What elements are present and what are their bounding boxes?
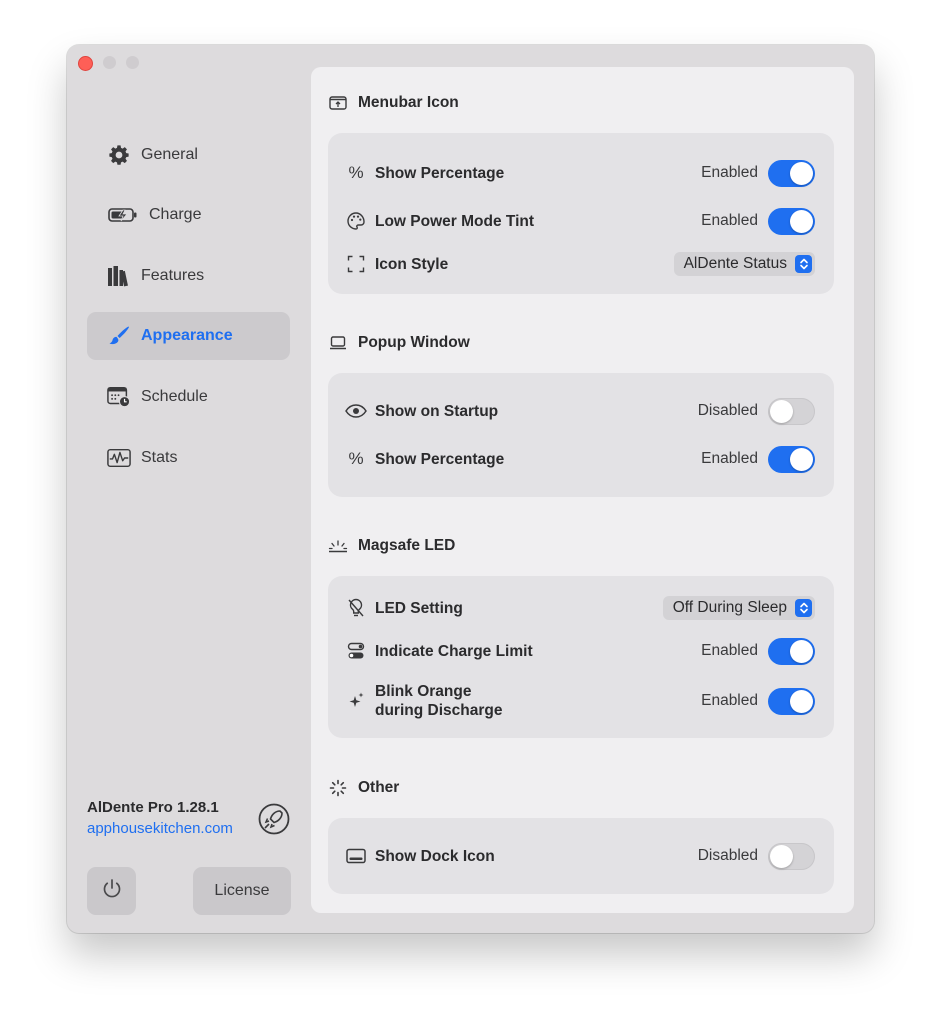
setting-state: Enabled [701, 164, 758, 181]
led-setting-select[interactable]: Off During Sleep [662, 596, 815, 620]
popup-show-percentage-toggle[interactable] [768, 445, 815, 473]
laptop-icon [328, 333, 348, 353]
percent-icon: % [348, 449, 364, 468]
sidebar-item-label: Features [141, 267, 205, 284]
website-link[interactable]: apphousekitchen.com [87, 820, 233, 837]
setting-row: LED Setting Off During Sleep [328, 594, 834, 622]
section-title-text: Magsafe LED [358, 537, 456, 554]
setting-label: Show Percentage [375, 164, 505, 182]
light-rays-icon [328, 536, 348, 556]
setting-row: % Show Percentage Enabled [328, 159, 834, 187]
lightbulb-slash-icon [345, 597, 367, 619]
select-value: AlDente Status [683, 255, 787, 272]
setting-label: Blink Orange during Discharge [375, 682, 502, 720]
paintbrush-icon [107, 324, 131, 348]
setting-label: Indicate Charge Limit [375, 642, 533, 660]
sidebar-item-stats[interactable]: Stats [87, 434, 290, 482]
icon-style-select[interactable]: AlDente Status [673, 252, 815, 276]
section-magsafe-led: Magsafe LED [328, 536, 455, 556]
blink-orange-toggle[interactable] [768, 687, 815, 715]
setting-label: Low Power Mode Tint [375, 212, 535, 230]
setting-row: Low Power Mode Tint Enabled [328, 207, 834, 235]
sidebar-item-features[interactable]: Features [87, 252, 290, 300]
switches-icon [345, 640, 367, 662]
sparkles-icon [345, 690, 367, 712]
popup-settings-card: Show on Startup Disabled % Show Percenta… [328, 373, 834, 497]
setting-row: Blink Orange during Discharge Enabled [328, 680, 834, 722]
other-settings-card: Show Dock Icon Disabled [328, 818, 834, 894]
setting-label: LED Setting [375, 599, 463, 617]
setting-state: Enabled [701, 692, 758, 709]
show-dock-icon-toggle[interactable] [768, 842, 815, 870]
section-title-text: Menubar Icon [358, 94, 459, 111]
select-value: Off During Sleep [672, 599, 787, 616]
menubar-settings-card: % Show Percentage Enabled Low Power Mode… [328, 133, 834, 294]
setting-state: Disabled [697, 847, 758, 864]
sidebar-item-label: Charge [149, 206, 202, 223]
setting-label: Show on Startup [375, 402, 499, 420]
indicate-charge-limit-toggle[interactable] [768, 637, 815, 665]
sidebar-item-label: Stats [141, 449, 178, 466]
show-percentage-toggle[interactable] [768, 159, 815, 187]
frame-corners-icon [345, 253, 367, 275]
sidebar-item-charge[interactable]: Charge [87, 191, 290, 239]
calendar-clock-icon [107, 385, 131, 409]
books-icon [107, 264, 131, 288]
setting-state: Enabled [701, 212, 758, 229]
setting-state: Disabled [697, 402, 758, 419]
quit-power-button[interactable] [87, 867, 136, 915]
section-other: Other [328, 778, 399, 798]
app-version: AlDente Pro 1.28.1 [87, 799, 219, 816]
chevron-up-down-icon [795, 255, 812, 273]
license-button[interactable]: License [193, 867, 291, 915]
setting-label-line2: during Discharge [375, 702, 503, 719]
loading-spinner-icon [328, 778, 348, 798]
sidebar-item-schedule[interactable]: Schedule [87, 373, 290, 421]
eye-icon [345, 400, 367, 422]
setting-row: Show Dock Icon Disabled [328, 842, 834, 870]
setting-state: Enabled [701, 450, 758, 467]
battery-icon [107, 203, 139, 227]
low-power-mode-tint-toggle[interactable] [768, 207, 815, 235]
menubar-icon [328, 93, 348, 113]
magsafe-settings-card: LED Setting Off During Sleep Indicate Ch… [328, 576, 834, 738]
power-icon [100, 877, 124, 906]
sidebar-item-appearance[interactable]: Appearance [87, 312, 290, 360]
section-menubar-icon: Menubar Icon [328, 93, 459, 113]
setting-row: % Show Percentage Enabled [328, 445, 834, 473]
setting-label: Show Dock Icon [375, 847, 495, 865]
rocket-icon [257, 802, 291, 836]
percent-icon: % [348, 163, 364, 182]
sidebar-item-label: Appearance [141, 327, 233, 344]
dock-icon [345, 845, 367, 867]
setting-row: Indicate Charge Limit Enabled [328, 637, 834, 665]
sidebar-item-general[interactable]: General [87, 131, 290, 179]
waveform-icon [107, 446, 131, 470]
palette-icon [345, 210, 367, 232]
setting-row: Show on Startup Disabled [328, 397, 834, 425]
sidebar: General Charge Features Appearance Sched… [67, 45, 311, 933]
section-popup-window: Popup Window [328, 333, 470, 353]
chevron-up-down-icon [795, 599, 812, 617]
gear-icon [107, 143, 131, 167]
setting-state: Enabled [701, 642, 758, 659]
show-on-startup-toggle[interactable] [768, 397, 815, 425]
setting-label: Show Percentage [375, 450, 505, 468]
setting-row: Icon Style AlDente Status [328, 250, 834, 278]
setting-label-line1: Blink Orange [375, 683, 472, 700]
setting-label: Icon Style [375, 255, 449, 273]
app-window: General Charge Features Appearance Sched… [67, 45, 874, 933]
section-title-text: Other [358, 779, 400, 796]
section-title-text: Popup Window [358, 334, 470, 351]
sidebar-item-label: Schedule [141, 388, 208, 405]
settings-panel: Menubar Icon % Show Percentage Enabled L… [311, 67, 854, 913]
sidebar-item-label: General [141, 146, 198, 163]
